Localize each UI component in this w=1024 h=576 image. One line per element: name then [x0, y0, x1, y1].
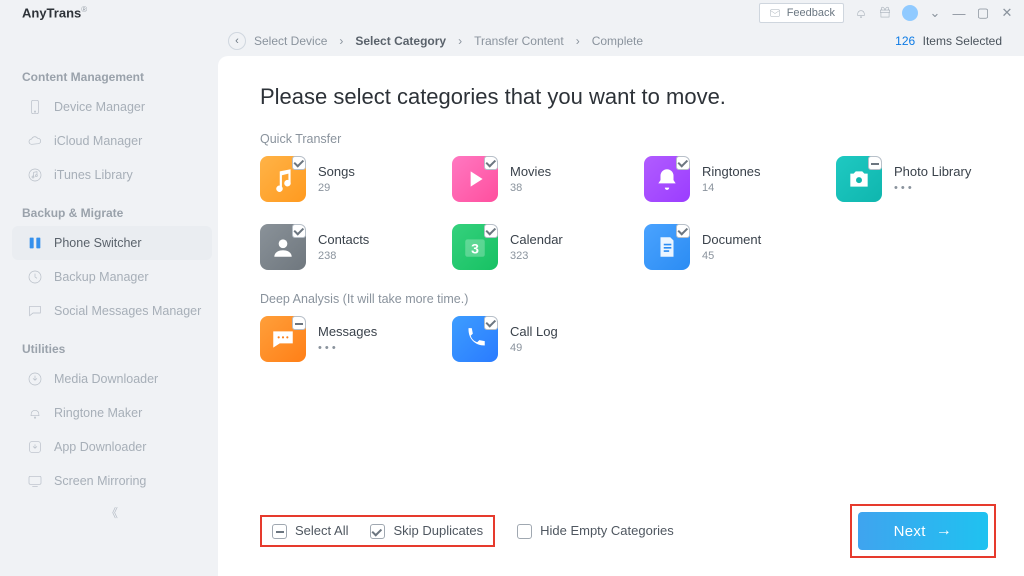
- items-count-suffix: Items Selected: [923, 34, 1002, 48]
- ringtones-checkbox[interactable]: [676, 156, 690, 170]
- feedback-button[interactable]: Feedback: [759, 3, 844, 23]
- arrow-right-icon: →: [936, 522, 952, 540]
- calendar-checkbox[interactable]: [484, 224, 498, 238]
- sidebar-expand[interactable]: 《: [12, 498, 212, 521]
- maximize-button[interactable]: ▢: [976, 5, 990, 21]
- category-photo-library[interactable]: Photo Library• • •: [836, 156, 996, 202]
- next-button[interactable]: Next →: [858, 512, 988, 550]
- screen-icon: [26, 472, 44, 490]
- main-panel: Please select categories that you want t…: [218, 56, 1024, 576]
- category-movies[interactable]: Movies38: [452, 156, 612, 202]
- messages-checkbox[interactable]: [292, 316, 306, 330]
- bell-icon[interactable]: [854, 6, 868, 20]
- document-checkbox[interactable]: [676, 224, 690, 238]
- crumb-select-category[interactable]: Select Category: [355, 34, 446, 48]
- songs-checkbox[interactable]: [292, 156, 306, 170]
- crumb-transfer-content: Transfer Content: [474, 34, 564, 48]
- bottom-bar: Select All Skip Duplicates Hide Empty Ca…: [260, 488, 996, 558]
- sidebar-item-itunes-library[interactable]: iTunes Library: [12, 158, 212, 192]
- sidebar-group-utilities: Utilities: [12, 328, 212, 362]
- section-quick-transfer: Quick Transfer: [260, 132, 996, 146]
- bell-outline-icon: [26, 404, 44, 422]
- sidebar-item-icloud-manager[interactable]: iCloud Manager: [12, 124, 212, 158]
- sidebar-item-phone-switcher[interactable]: Phone Switcher: [12, 226, 212, 260]
- title-bar-right: Feedback ⌄ — ▢ ✕: [759, 3, 1014, 23]
- crumb-select-device[interactable]: Select Device: [254, 34, 327, 48]
- photo-checkbox[interactable]: [868, 156, 882, 170]
- category-document[interactable]: Document45: [644, 224, 804, 270]
- skip-duplicates-checkbox[interactable]: Skip Duplicates: [370, 523, 483, 539]
- items-count: 126: [895, 34, 915, 48]
- svg-text:3: 3: [471, 241, 479, 257]
- clock-icon: [26, 268, 44, 286]
- cloud-icon: [26, 132, 44, 150]
- sidebar-group-backup: Backup & Migrate: [12, 192, 212, 226]
- sidebar-item-social-messages[interactable]: Social Messages Manager: [12, 294, 212, 328]
- app-icon: [26, 438, 44, 456]
- sidebar-item-device-manager[interactable]: Device Manager: [12, 90, 212, 124]
- sidebar-item-ringtone-maker[interactable]: Ringtone Maker: [12, 396, 212, 430]
- category-messages[interactable]: Messages• • •: [260, 316, 420, 362]
- app-brand: AnyTrans®: [22, 5, 87, 20]
- chevron-down-icon[interactable]: ⌄: [928, 5, 942, 21]
- close-button[interactable]: ✕: [1000, 5, 1014, 21]
- crumb-complete: Complete: [592, 34, 643, 48]
- category-call-log[interactable]: Call Log49: [452, 316, 612, 362]
- items-selected: 126 Items Selected: [895, 32, 1002, 50]
- category-calendar[interactable]: 3 Calendar323: [452, 224, 612, 270]
- breadcrumb-back[interactable]: ‹: [228, 32, 246, 50]
- feedback-label: Feedback: [787, 7, 835, 19]
- sidebar: Content Management Device Manager iCloud…: [0, 56, 218, 576]
- select-all-checkbox[interactable]: Select All: [272, 523, 348, 539]
- sidebar-group-content: Content Management: [12, 56, 212, 90]
- category-contacts[interactable]: Contacts238: [260, 224, 420, 270]
- avatar[interactable]: [902, 5, 918, 21]
- page-title: Please select categories that you want t…: [260, 84, 996, 110]
- category-songs[interactable]: Songs29: [260, 156, 420, 202]
- highlight-next: Next →: [850, 504, 996, 558]
- sidebar-item-media-downloader[interactable]: Media Downloader: [12, 362, 212, 396]
- highlight-selectall-skipdup: Select All Skip Duplicates: [260, 515, 495, 547]
- switch-icon: [26, 234, 44, 252]
- category-ringtones[interactable]: Ringtones14: [644, 156, 804, 202]
- minimize-button[interactable]: —: [952, 6, 966, 21]
- hide-empty-checkbox[interactable]: Hide Empty Categories: [517, 523, 674, 539]
- sidebar-item-app-downloader[interactable]: App Downloader: [12, 430, 212, 464]
- phone-icon: [26, 98, 44, 116]
- gift-icon[interactable]: [878, 6, 892, 20]
- sidebar-item-backup-manager[interactable]: Backup Manager: [12, 260, 212, 294]
- calllog-checkbox[interactable]: [484, 316, 498, 330]
- contacts-checkbox[interactable]: [292, 224, 306, 238]
- download-icon: [26, 370, 44, 388]
- breadcrumb-row: ‹ Select Device › Select Category › Tran…: [0, 26, 1024, 56]
- chat-icon: [26, 302, 44, 320]
- movies-checkbox[interactable]: [484, 156, 498, 170]
- title-bar: AnyTrans® Feedback ⌄ — ▢ ✕: [0, 0, 1024, 26]
- section-deep-analysis: Deep Analysis (It will take more time.): [260, 292, 996, 306]
- envelope-icon: [768, 6, 782, 20]
- sidebar-item-screen-mirroring[interactable]: Screen Mirroring: [12, 464, 212, 498]
- music-note-icon: [26, 166, 44, 184]
